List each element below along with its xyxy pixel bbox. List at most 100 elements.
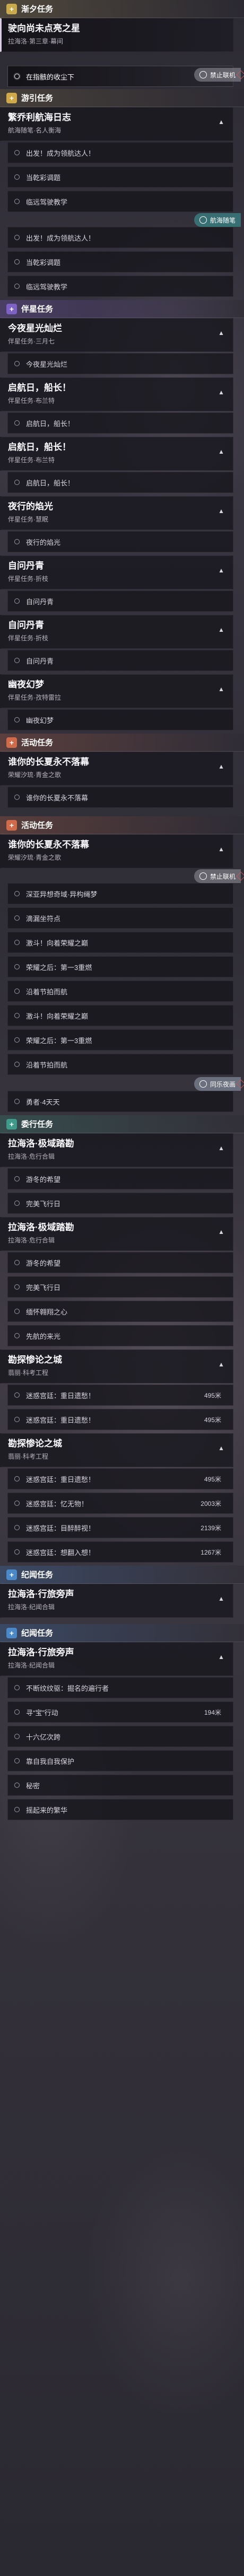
target-ring-icon: [14, 1201, 20, 1206]
quest-title: 谁你的长夏永不落幕: [8, 757, 89, 767]
section-label: 伴星任务: [21, 305, 54, 314]
quest-card[interactable]: 启航日，船长！ 伴星任务·布兰特 ▲: [0, 377, 233, 411]
section-header[interactable]: + 委行任务: [0, 1115, 244, 1133]
subtask-item[interactable]: 迷惑宫廷：重日遗愁！ 495米: [7, 1468, 233, 1489]
subtask-item[interactable]: 不断纹纹驱：掘名的遍行者: [7, 1677, 233, 1698]
section-header[interactable]: + 渐夕任务: [0, 0, 244, 18]
subtask-label: 当乾彩调题: [26, 173, 61, 182]
subtask-label: 不断纹纹驱：掘名的遍行者: [26, 1684, 109, 1692]
quest-card[interactable]: 自问丹青 伴星任务·折枝 ▲: [0, 555, 233, 589]
subtask-label: 迷惑宫廷：忆无物！: [26, 1499, 89, 1508]
subtask-label: 自问丹青: [26, 657, 54, 665]
subtask-item[interactable]: 摇起来的繁华: [7, 1799, 233, 1820]
quest-card[interactable]: 拉海洛·行旅旁声 拉海洛·纪闻合辑 ▲: [0, 1584, 233, 1618]
subtask-item[interactable]: 自问丹青: [7, 650, 233, 671]
subtask-item[interactable]: 完美飞行日: [7, 1276, 233, 1298]
subtask-label: 在指骸的收尘下: [26, 73, 75, 81]
section-header[interactable]: + 伴星任务: [0, 300, 244, 318]
subtask-item[interactable]: 激斗！向着荣耀之巅: [7, 1005, 233, 1026]
target-ring-icon: [14, 284, 20, 289]
quest-card[interactable]: 驶向尚未点亮之星 拉海洛·第三章·幕间: [0, 18, 233, 52]
quest-card[interactable]: 拉海洛·极域踏勘 拉海洛·危行合辑 ▲: [0, 1217, 233, 1251]
subtask-item[interactable]: 秘密: [7, 1775, 233, 1796]
subtask-item[interactable]: 夜行的焰光: [7, 531, 233, 552]
subtask-item[interactable]: 先航的来光: [7, 1325, 233, 1346]
quest-subtitle: 伴星任务·三月七: [8, 338, 55, 345]
subtask-item[interactable]: 启航日，船长！: [7, 472, 233, 493]
subtask-item[interactable]: 游冬的希望: [7, 1168, 233, 1189]
target-ring-icon: [14, 1758, 20, 1763]
quest-title: 谁你的长夏永不落幕: [8, 840, 89, 850]
quest-subtitle: 伴星任务·折枝: [8, 634, 48, 642]
subtask-label: 激斗！向着荣耀之巅: [26, 939, 89, 947]
quest-card[interactable]: 夜行的焰光 伴星任务·慧眠 ▲: [0, 496, 233, 530]
section-header[interactable]: + 游引任务: [0, 89, 244, 107]
subtask-item[interactable]: 十六亿次跨: [7, 1726, 233, 1747]
subtask-item[interactable]: 谁你的长夏永不落幕: [7, 787, 233, 808]
subtask-label: 迷惑宫廷：重日遗愁！: [26, 1391, 95, 1400]
collapse-caret-icon: ▲: [218, 1444, 224, 1452]
subtask-item[interactable]: 临远驾驶教学: [7, 191, 233, 212]
quest-title: 勘探惨论之城: [8, 1439, 62, 1449]
subtask-item[interactable]: 深亚异想奇域·异构绳梦: [7, 883, 233, 904]
collapse-caret-icon: ▲: [218, 763, 224, 770]
subtask-item[interactable]: 靠自我自我保护: [7, 1750, 233, 1771]
quest-card[interactable]: 谁你的长夏永不落幕 荣耀汐琉·青金之歌 ▲: [0, 752, 233, 786]
section-header[interactable]: + 纪闻任务: [0, 1566, 244, 1584]
subtask-item[interactable]: 迷惑宫廷：想翻入想！ 1267米: [7, 1541, 233, 1563]
subtask-item[interactable]: 出发！成为领航达人！: [7, 227, 233, 248]
subtask-item[interactable]: 缅怀翱翔之心: [7, 1301, 233, 1322]
subtask-item[interactable]: 出发！成为领航达人！: [7, 142, 233, 163]
subtask-label: 幽夜幻梦: [26, 716, 54, 725]
section-header[interactable]: + 纪闻任务: [0, 1624, 244, 1642]
subtask-item[interactable]: 迷惑宫廷：目醉醉视！ 2139米: [7, 1517, 233, 1538]
tag-label: 同乐夜画: [210, 1080, 236, 1088]
subtask-item[interactable]: 临远驾驶教学: [7, 276, 233, 297]
voyage-note-tag: 航海随笔: [194, 213, 241, 227]
quest-card[interactable]: 勘探惨论之城 翡丽·科考工程 ▲: [0, 1349, 233, 1383]
section-header[interactable]: + 活动任务: [0, 734, 244, 752]
quest-card[interactable]: 勘探惨论之城 翡丽·科考工程 ▲: [0, 1433, 233, 1467]
subtask-item[interactable]: 勇者·4天天: [7, 1091, 233, 1112]
quest-card[interactable]: 启航日，船长！ 伴星任务·布兰特 ▲: [0, 437, 233, 471]
quest-card[interactable]: 自问丹青 伴星任务·折枝 ▲: [0, 615, 233, 649]
target-ring-icon: [14, 361, 20, 366]
quest-card[interactable]: 繁乔利航海日志 航海随笔·名人衡海 ▲: [0, 107, 233, 141]
subtask-label: 启航日，船长！: [26, 479, 75, 487]
subtask-label: 缅怀翱翔之心: [26, 1308, 68, 1316]
quest-card[interactable]: 幽夜幻梦 伴星任务·孜特雷拉 ▲: [0, 674, 233, 708]
subtask-item[interactable]: 自问丹青: [7, 590, 233, 612]
subtask-item[interactable]: 滴漏坐符点: [7, 907, 233, 929]
subtask-item[interactable]: 今夜星光灿烂: [7, 353, 233, 374]
section-label: 游引任务: [21, 94, 54, 103]
subtask-item[interactable]: 寻“宝”行动 194米: [7, 1701, 233, 1723]
target-ring-icon: [14, 1685, 20, 1690]
subtask-item[interactable]: 激斗！向着荣耀之巅: [7, 932, 233, 953]
subtask-label: 迷惑宫廷：目醉醉视！: [26, 1524, 95, 1532]
subtask-item[interactable]: 完美飞行日: [7, 1193, 233, 1214]
subtask-item[interactable]: 迷惑宫廷：忆无物！ 2003米: [7, 1493, 233, 1514]
plus-icon: +: [6, 1627, 17, 1638]
subtask-item[interactable]: 当乾彩调题: [7, 251, 233, 272]
subtask-item[interactable]: 幽夜幻梦: [7, 709, 233, 730]
subtask-item[interactable]: 沿着节拍而航: [7, 1054, 233, 1075]
subtask-item[interactable]: 荣耀之后：第一3重燃: [7, 956, 233, 977]
quest-card[interactable]: 拉海洛·极域踏勘 拉海洛·危行合辑 ▲: [0, 1133, 233, 1167]
co-play-tag: 同乐夜画: [194, 1077, 241, 1091]
subtask-item[interactable]: 当乾彩调题: [7, 166, 233, 188]
subtask-item[interactable]: 沿着节拍而航: [7, 981, 233, 1002]
subtask-item[interactable]: 启航日，船长！: [7, 412, 233, 434]
subtask-item[interactable]: 游冬的希望: [7, 1252, 233, 1273]
subtask-label: 十六亿次跨: [26, 1733, 61, 1741]
quest-subtitle: 拉海洛·纪闻合辑: [8, 1662, 55, 1669]
quest-card[interactable]: 谁你的长夏永不落幕 荣耀汐琉·青金之歌 ▲: [0, 834, 233, 868]
section-header[interactable]: + 活动任务: [0, 816, 244, 834]
subtask-item[interactable]: 荣耀之后：第一3重燃: [7, 1029, 233, 1051]
section-label: 活动任务: [21, 738, 54, 747]
subtask-item[interactable]: 迷惑宫廷：重日遗愁！ 495米: [7, 1409, 233, 1430]
quest-card[interactable]: 今夜星光灿烂 伴星任务·三月七 ▲: [0, 318, 233, 352]
quest-subtitle: 航海随笔·名人衡海: [8, 127, 61, 134]
section-label: 委行任务: [21, 1120, 54, 1129]
quest-card[interactable]: 拉海洛·行旅旁声 拉海洛·纪闻合辑 ▲: [0, 1642, 233, 1676]
subtask-item[interactable]: 迷惑宫廷：重日遗愁！ 495米: [7, 1384, 233, 1406]
